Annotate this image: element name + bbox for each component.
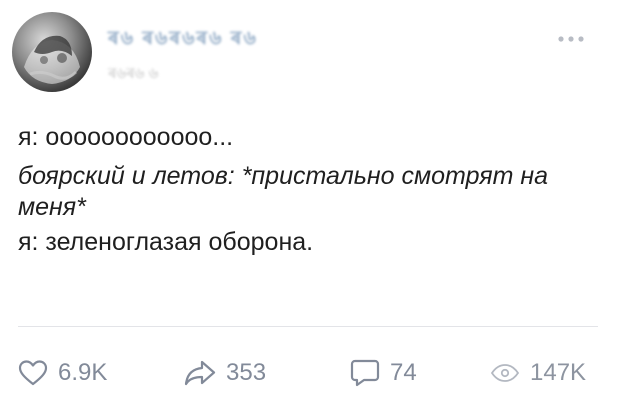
more-horizontal-icon [558, 36, 584, 42]
post-text-line: я: оооооооооооо... [18, 123, 234, 151]
comment-button[interactable]: 74 [350, 358, 490, 388]
views-count: 147K [530, 359, 587, 386]
comment-count: 74 [390, 359, 417, 386]
post-actions-bar: 6.9K 353 74 147K [18, 354, 602, 392]
post-text: я: оооооооооооо... боярский и летов: *пр… [18, 122, 608, 266]
eye-icon [490, 364, 520, 382]
avatar-image [24, 35, 80, 84]
post-time[interactable]: ৰ৬ৰ৬ ৬ [108, 62, 158, 87]
share-button[interactable]: 353 [184, 359, 350, 387]
post-text-line: боярский и летов: *пристально смотрят на… [18, 162, 549, 221]
share-count: 353 [226, 359, 267, 386]
share-arrow-icon [184, 360, 216, 386]
heart-icon [18, 360, 48, 386]
author-name[interactable]: ৰ৬ ৰ৬ৰ৬ৰ৬ ৰ৬ [108, 24, 258, 56]
post-text-line: я: зеленоглазая оборона. [18, 228, 314, 256]
like-count: 6.9K [58, 359, 108, 386]
avatar[interactable] [12, 12, 92, 92]
post-header: ৰ৬ ৰ৬ৰ৬ৰ৬ ৰ৬ ৰ৬ৰ৬ ৬ [0, 0, 620, 110]
comment-bubble-icon [350, 359, 380, 387]
more-options-button[interactable] [548, 24, 594, 54]
like-button[interactable]: 6.9K [18, 359, 184, 387]
divider [18, 326, 598, 327]
views-counter: 147K [490, 359, 586, 387]
